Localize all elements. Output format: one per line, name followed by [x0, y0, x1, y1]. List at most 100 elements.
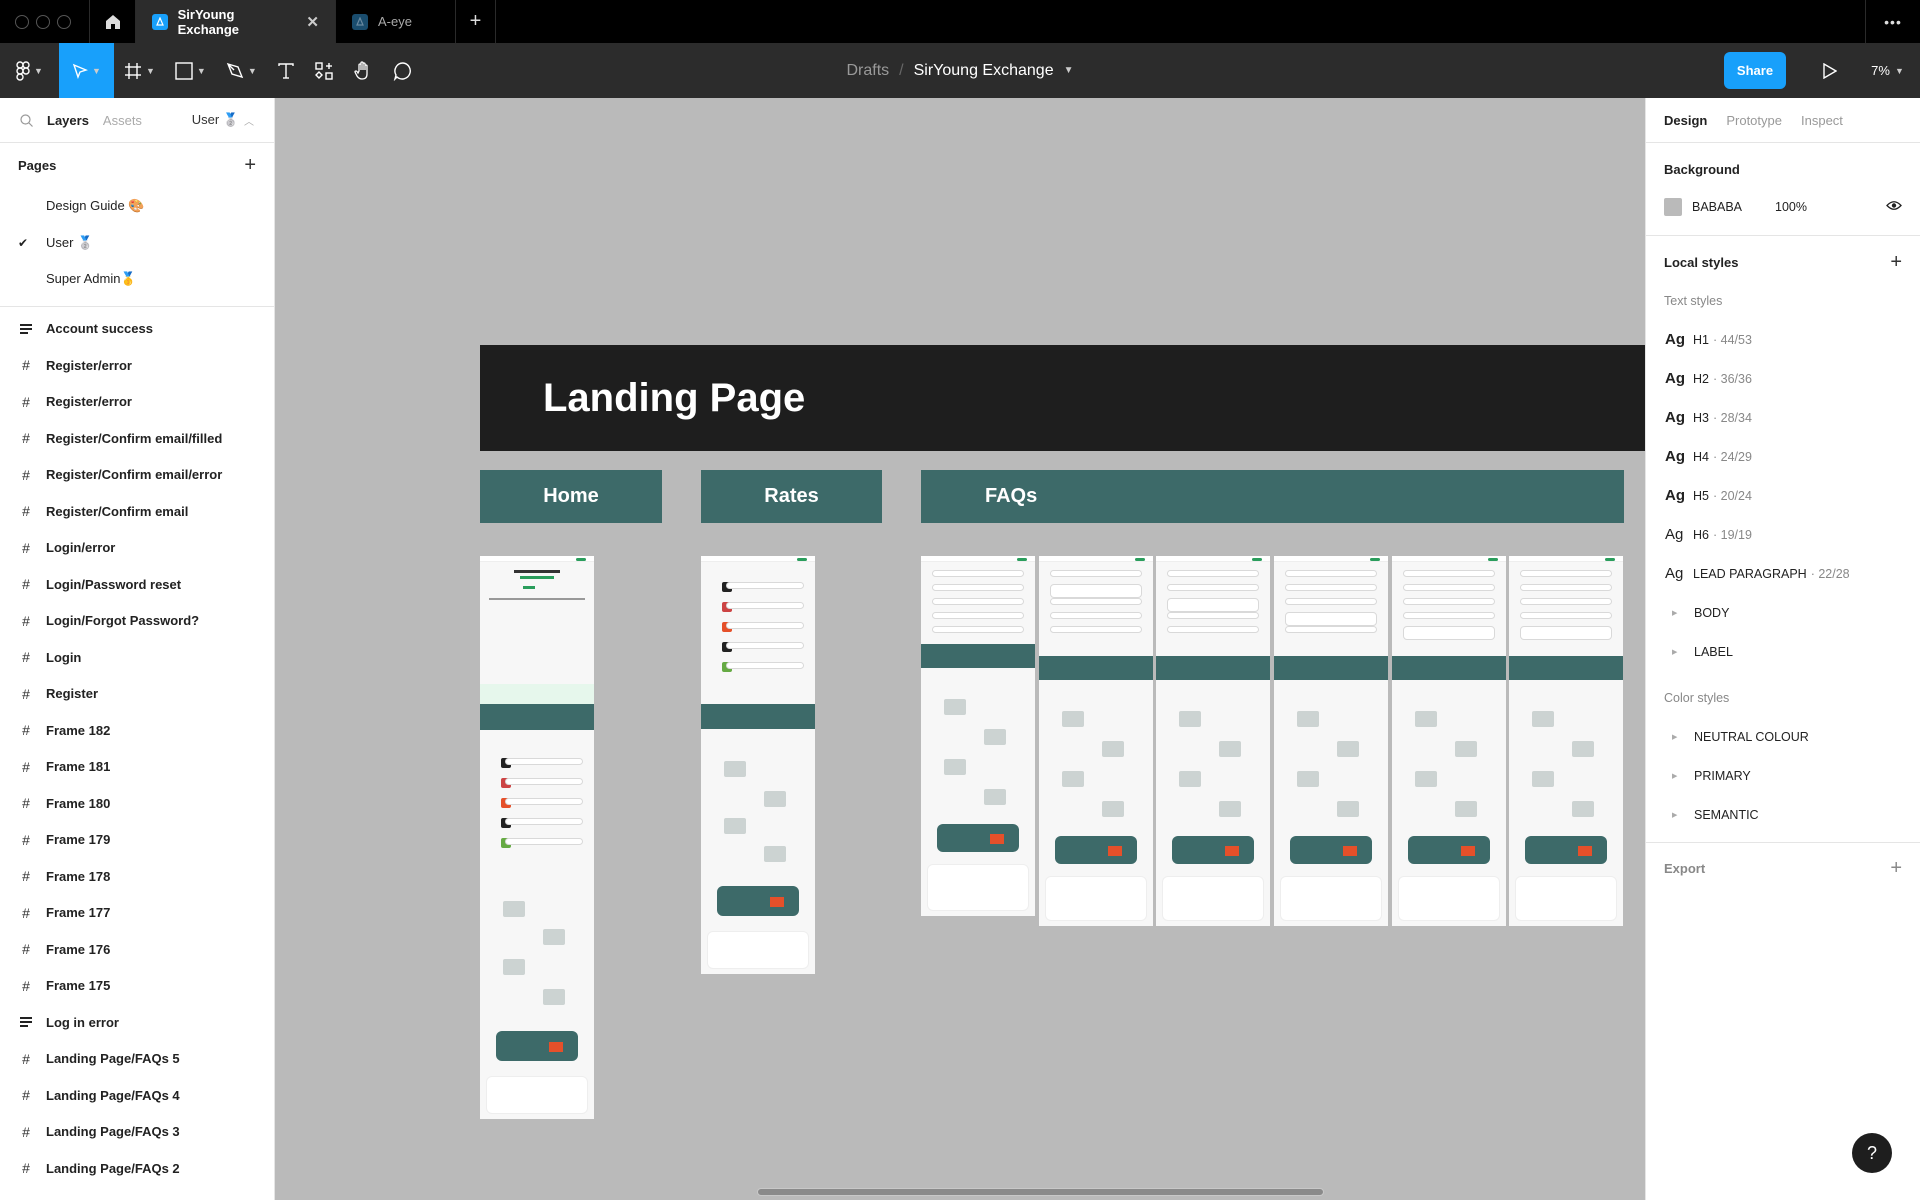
text-style-item[interactable]: Ag H3 · 28/34 — [1646, 398, 1920, 437]
breadcrumb-drafts[interactable]: Drafts — [847, 62, 890, 80]
resources-tool[interactable] — [305, 43, 343, 98]
canvas[interactable]: Landing Page Home Rates FAQs — [275, 98, 1645, 1200]
frame-thumbnail-faq[interactable] — [1509, 556, 1623, 926]
tab-prototype[interactable]: Prototype — [1726, 113, 1782, 128]
add-export-button[interactable]: + — [1890, 857, 1902, 880]
present-button[interactable] — [1810, 52, 1850, 89]
layer-item[interactable]: # Frame 177 — [0, 895, 274, 932]
frame-thumbnail-rates[interactable] — [701, 556, 815, 974]
home-button[interactable] — [90, 0, 136, 43]
layer-item[interactable]: # Login/Forgot Password? — [0, 603, 274, 640]
add-style-button[interactable]: + — [1890, 251, 1902, 274]
tab-layers[interactable]: Layers — [47, 113, 89, 128]
text-tool[interactable] — [267, 43, 305, 98]
page-item-design-guide[interactable]: Design Guide 🎨 — [0, 188, 274, 225]
comment-tool[interactable] — [383, 43, 423, 98]
frame-tool[interactable]: ▼ — [114, 43, 165, 98]
layer-item[interactable]: # Login/Password reset — [0, 566, 274, 603]
layer-item[interactable]: # Landing Page/FAQs 5 — [0, 1041, 274, 1078]
frame-thumbnail-faq[interactable] — [1392, 556, 1506, 926]
layer-item[interactable]: Log in error — [0, 1004, 274, 1041]
color-style-group[interactable]: ▶ NEUTRAL COLOUR — [1646, 717, 1920, 756]
section-rates[interactable]: Rates — [701, 470, 882, 523]
share-button[interactable]: Share — [1724, 52, 1786, 89]
file-name[interactable]: SirYoung Exchange — [914, 62, 1054, 80]
tab-assets[interactable]: Assets — [103, 113, 142, 128]
new-tab-button[interactable]: + — [456, 0, 496, 43]
layer-item[interactable]: # Register/Confirm email/error — [0, 457, 274, 494]
page-selector[interactable]: User 🥈 ︿ — [192, 112, 254, 128]
hand-tool[interactable] — [343, 43, 383, 98]
tab-a-eye[interactable]: A-eye — [336, 0, 456, 43]
add-page-button[interactable]: + — [244, 154, 256, 177]
text-style-group[interactable]: ▶ BODY — [1646, 593, 1920, 632]
layer-item[interactable]: # Login/error — [0, 530, 274, 567]
frame-thumbnail-faq[interactable] — [1274, 556, 1388, 926]
layer-item[interactable]: # Landing Page/FAQs 3 — [0, 1114, 274, 1151]
pen-tool[interactable]: ▼ — [216, 43, 267, 98]
tab-inspect[interactable]: Inspect — [1801, 113, 1843, 128]
frame-thumbnail-faq[interactable] — [1039, 556, 1153, 926]
frame-icon: # — [22, 503, 30, 520]
text-style-item[interactable]: Ag H6 · 19/19 — [1646, 515, 1920, 554]
layer-item[interactable]: # Register/Confirm email/filled — [0, 420, 274, 457]
landing-page-banner[interactable]: Landing Page — [480, 345, 1645, 451]
page-item-user[interactable]: ✔ User 🥈 — [0, 225, 274, 262]
layer-item[interactable]: # Register/error — [0, 347, 274, 384]
more-options-button[interactable]: ••• — [1865, 0, 1920, 43]
color-swatch[interactable] — [1664, 198, 1682, 216]
tab-design[interactable]: Design — [1664, 113, 1707, 128]
main-menu-button[interactable]: ▼ — [0, 43, 59, 98]
layer-item[interactable]: # Frame 180 — [0, 785, 274, 822]
page-item-super-admin[interactable]: Super Admin🥇 — [0, 261, 274, 298]
layer-item[interactable]: # Frame 182 — [0, 712, 274, 749]
shape-tool[interactable]: ▼ — [165, 43, 216, 98]
layer-item[interactable]: # Frame 175 — [0, 968, 274, 1005]
text-style-group[interactable]: ▶ LABEL — [1646, 632, 1920, 671]
color-style-group[interactable]: ▶ PRIMARY — [1646, 756, 1920, 795]
frame-thumbnail-home[interactable] — [480, 556, 594, 1119]
text-style-item[interactable]: Ag H1 · 44/53 — [1646, 320, 1920, 359]
help-button[interactable]: ? — [1852, 1133, 1892, 1173]
text-style-item[interactable]: Ag H5 · 20/24 — [1646, 476, 1920, 515]
close-tab-icon[interactable]: ✕ — [306, 13, 319, 31]
text-style-name: H6 — [1693, 527, 1709, 542]
text-layer-icon — [20, 323, 32, 334]
eye-icon[interactable] — [1886, 200, 1902, 214]
frame-thumbnail-faq[interactable] — [921, 556, 1035, 916]
layer-item[interactable]: # Frame 181 — [0, 749, 274, 786]
layer-item[interactable]: # Landing Page/FAQs 2 — [0, 1150, 274, 1187]
layer-item[interactable]: Account success — [0, 311, 274, 348]
layer-item[interactable]: # Register — [0, 676, 274, 713]
layer-item[interactable]: # Frame 179 — [0, 822, 274, 859]
layer-item[interactable]: # Landing Page/FAQs 4 — [0, 1077, 274, 1114]
text-style-item[interactable]: Ag H2 · 36/36 — [1646, 359, 1920, 398]
layer-item[interactable]: # Register/Confirm email — [0, 493, 274, 530]
group-label: NEUTRAL COLOUR — [1694, 729, 1809, 744]
horizontal-scrollbar[interactable] — [757, 1188, 1324, 1196]
close-window-button[interactable] — [15, 14, 29, 29]
move-tool[interactable]: ▼ — [59, 43, 114, 98]
chevron-down-icon[interactable]: ▼ — [1064, 65, 1074, 76]
layer-item[interactable]: # Frame 178 — [0, 858, 274, 895]
text-style-item[interactable]: Ag H4 · 24/29 — [1646, 437, 1920, 476]
background-opacity[interactable]: 100% — [1775, 200, 1807, 214]
color-style-group[interactable]: ▶ SEMANTIC — [1646, 795, 1920, 834]
text-style-item[interactable]: Ag LEAD PARAGRAPH · 22/28 — [1646, 554, 1920, 593]
section-faqs[interactable]: FAQs — [921, 470, 1624, 523]
tab-siryoung-exchange[interactable]: SirYoung Exchange ✕ — [136, 0, 336, 43]
layer-label: Landing Page/FAQs 2 — [46, 1160, 180, 1176]
section-home[interactable]: Home — [480, 470, 662, 523]
zoom-dropdown[interactable]: 7% ▼ — [1860, 52, 1915, 89]
layer-item[interactable]: # Frame 176 — [0, 931, 274, 968]
layer-item[interactable]: # Register/error — [0, 384, 274, 421]
maximize-window-button[interactable] — [57, 14, 71, 29]
background-hex[interactable]: BABABA — [1692, 200, 1742, 214]
search-icon[interactable] — [20, 113, 33, 127]
layer-label: Frame 177 — [46, 905, 111, 921]
pages-header: Pages + — [0, 143, 274, 188]
comment-icon — [393, 61, 411, 81]
layer-item[interactable]: # Login — [0, 639, 274, 676]
frame-thumbnail-faq[interactable] — [1156, 556, 1270, 926]
minimize-window-button[interactable] — [36, 14, 50, 29]
